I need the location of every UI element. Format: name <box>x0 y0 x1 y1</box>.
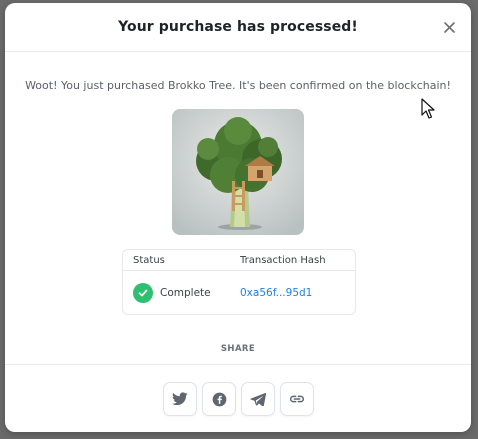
copy-link-button[interactable] <box>280 382 314 416</box>
transaction-hash-link[interactable]: 0xa56f...95d1 <box>240 287 312 299</box>
mouse-cursor-icon <box>421 98 435 119</box>
telegram-icon <box>250 392 266 406</box>
transaction-table-header: Status Transaction Hash <box>123 250 355 271</box>
close-button[interactable] <box>439 17 459 37</box>
twitter-icon <box>172 392 188 406</box>
close-icon <box>443 21 455 33</box>
modal-title: Your purchase has processed! <box>118 19 358 35</box>
status-cell: Complete <box>123 282 240 303</box>
link-icon <box>290 395 304 403</box>
status-header: Status <box>133 254 165 266</box>
transaction-card: Status Transaction Hash Complete 0xa56f.… <box>122 249 356 315</box>
facebook-icon <box>212 392 226 406</box>
status-value: Complete <box>160 286 211 299</box>
check-circle-icon <box>133 282 153 303</box>
hash-header: Transaction Hash <box>240 254 326 266</box>
share-twitter-button[interactable] <box>163 382 197 416</box>
transaction-row: Complete 0xa56f...95d1 <box>123 271 355 314</box>
purchase-modal: Your purchase has processed! Woot! You j… <box>5 3 471 432</box>
share-label: SHARE <box>220 344 256 354</box>
share-buttons <box>163 382 314 416</box>
share-telegram-button[interactable] <box>241 382 275 416</box>
share-facebook-button[interactable] <box>202 382 236 416</box>
modal-header: Your purchase has processed! <box>5 3 471 52</box>
nft-image <box>172 109 304 235</box>
confirmation-message: Woot! You just purchased Brokko Tree. It… <box>25 79 451 92</box>
modal-footer <box>5 364 471 432</box>
